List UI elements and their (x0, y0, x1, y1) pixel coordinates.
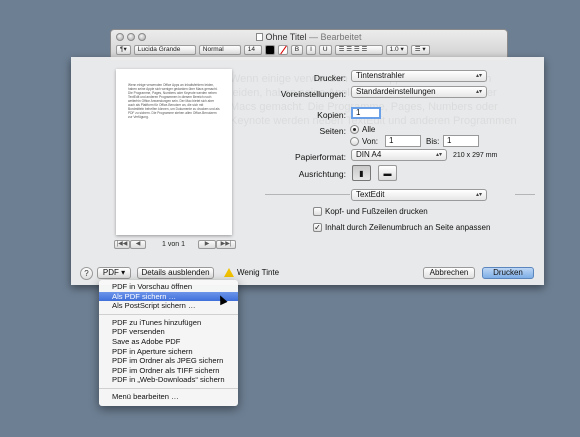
warning-icon (224, 268, 234, 277)
popup-arrows-icon: ▴▾ (475, 89, 482, 95)
first-page-button[interactable]: |◀◀ (114, 240, 130, 249)
presets-value: Standardeinstellungen (356, 87, 436, 96)
font-family-value: Lucida Grande (137, 46, 181, 53)
printer-label: Drucker: (313, 73, 346, 83)
header-footer-label: Kopf- und Fußzeilen drucken (325, 207, 428, 216)
menu-item-add-to-itunes[interactable]: PDF zu iTunes hinzufügen (99, 318, 238, 328)
presets-popup[interactable]: Standardeinstellungen ▴▾ (351, 86, 487, 98)
popup-arrows-icon: ▴▾ (435, 152, 442, 158)
font-style-value: Normal (202, 46, 224, 53)
portrait-orientation-button[interactable]: ▮ (352, 165, 371, 181)
paper-size-label: Papierformat: (294, 152, 346, 162)
font-size-field[interactable]: 14 (243, 45, 262, 55)
list-popup[interactable]: ☰ ▾ (410, 45, 430, 55)
list-icon: ☰ (414, 46, 421, 53)
pages-from-field[interactable]: 1 (385, 135, 421, 147)
underline-button[interactable]: U (318, 45, 332, 55)
help-button[interactable]: ? (80, 267, 93, 280)
rewrap-checkbox[interactable]: ✓ (313, 223, 322, 232)
popup-arrows-icon: ▴▾ (475, 73, 482, 79)
pages-from-value: 1 (389, 136, 394, 145)
orientation-label: Ausrichtung: (298, 169, 346, 179)
app-section-popup[interactable]: TextEdit ▴▾ (351, 189, 487, 201)
printer-value: Tintenstrahler (356, 71, 405, 80)
copies-label: Kopien: (317, 110, 346, 120)
popup-arrows-icon: ▴▾ (475, 192, 482, 198)
pages-to-value: 1 (447, 136, 452, 145)
window-title-text: Ohne Titel (265, 32, 307, 42)
portrait-icon: ▮ (359, 168, 364, 178)
paper-size-value: DIN A4 (356, 150, 382, 159)
document-icon (256, 33, 264, 41)
font-family-popup[interactable]: Lucida Grande (133, 45, 196, 55)
pages-label: Seiten: (319, 126, 346, 136)
paragraph-style-popup[interactable]: ¶▾ (116, 45, 131, 55)
bold-label: B (294, 46, 300, 53)
bold-button[interactable]: B (290, 45, 304, 55)
rewrap-label: Inhalt durch Zeilenumbruch an Seite anpa… (325, 223, 491, 232)
text-color-swatch[interactable] (264, 45, 275, 55)
section-separator-left (265, 194, 350, 195)
chevron-down-icon: ▾ (121, 268, 126, 277)
menu-item-save-to-aperture[interactable]: PDF in Aperture sichern (99, 347, 238, 357)
pages-all-radio[interactable] (350, 125, 359, 134)
next-page-button[interactable]: ▶ (198, 240, 216, 249)
hide-details-button[interactable]: Details ausblenden (137, 267, 214, 279)
print-preview-page: Wenn einige verwenden Office Apps an Inh… (116, 69, 232, 235)
pages-from-label: Von: (362, 137, 379, 146)
background-color-swatch[interactable] (277, 45, 288, 55)
alignment-buttons[interactable]: ☰ ☰ ☰ ☰ (334, 45, 383, 55)
paper-dimensions: 210 x 297 mm (453, 152, 498, 159)
pdf-menu-button[interactable]: PDF ▾ (97, 267, 131, 279)
underline-label: U (322, 46, 328, 53)
menu-item-open-in-preview[interactable]: PDF in Vorschau öffnen (99, 282, 238, 292)
page-counter: 1 von 1 (162, 241, 185, 248)
pdf-button-label: PDF (102, 268, 119, 277)
cancel-label: Abbrechen (429, 268, 469, 277)
header-footer-checkbox[interactable] (313, 207, 322, 216)
copies-field[interactable]: 1 (351, 107, 381, 119)
menu-item-save-as-adobe-pdf[interactable]: Save as Adobe PDF (99, 337, 238, 347)
format-toolbar: ¶▾ Lucida Grande Normal 14 B I U ☰ ☰ ☰ ☰… (116, 44, 502, 56)
pages-range-radio[interactable] (350, 137, 359, 146)
presets-label: Voreinstellungen: (280, 89, 346, 99)
menu-separator (99, 313, 238, 315)
italic-label: I (310, 46, 312, 53)
menu-separator (99, 387, 238, 389)
italic-button[interactable]: I (306, 45, 316, 55)
previous-page-button[interactable]: ◀ (130, 240, 146, 249)
checkmark-icon: ✓ (314, 223, 321, 232)
font-style-popup[interactable]: Normal (198, 45, 241, 55)
paper-size-popup[interactable]: DIN A4 ▴▾ (351, 149, 447, 161)
font-size-value: 14 (247, 46, 255, 53)
menu-item-save-web-downloads[interactable]: PDF in „Web-Downloads“ sichern (99, 375, 238, 385)
pages-to-label: Bis: (426, 137, 440, 146)
menu-item-save-as-postscript[interactable]: Als PostScript sichern … (99, 301, 238, 311)
window-edited-status: — Bearbeitet (309, 32, 362, 42)
menu-item-edit-menu[interactable]: Menü bearbeiten … (99, 392, 238, 402)
line-spacing-popup[interactable]: 1.0 ▾ (385, 45, 408, 55)
menu-item-mail-pdf[interactable]: PDF versenden (99, 327, 238, 337)
print-label: Drucken (493, 268, 523, 277)
printer-popup[interactable]: Tintenstrahler ▴▾ (351, 70, 487, 82)
preview-page-text: Wenn einige verwenden Office Apps an Inh… (128, 83, 220, 119)
cancel-button[interactable]: Abbrechen (423, 267, 475, 279)
menu-item-save-jpeg-folder[interactable]: PDF im Ordner als JPEG sichern (99, 356, 238, 366)
pages-to-field[interactable]: 1 (443, 135, 479, 147)
print-button[interactable]: Drucken (482, 267, 534, 279)
hide-details-label: Details ausblenden (141, 268, 210, 277)
preview-pager: |◀◀ ◀ 1 von 1 ▶ ▶▶| (114, 240, 236, 250)
help-icon: ? (84, 269, 89, 278)
pages-all-label: Alle (362, 125, 376, 134)
section-separator-right (515, 194, 535, 195)
landscape-icon: ▬ (383, 168, 392, 178)
app-section-value: TextEdit (356, 190, 385, 199)
menu-item-save-tiff-folder[interactable]: PDF im Ordner als TIFF sichern (99, 366, 238, 376)
copies-value: 1 (356, 108, 361, 117)
last-page-button[interactable]: ▶▶| (216, 240, 236, 249)
low-ink-warning: Wenig Tinte (237, 268, 280, 277)
landscape-orientation-button[interactable]: ▬ (378, 165, 397, 181)
line-spacing-value: 1.0 (389, 46, 399, 53)
window-title: Ohne Titel — Bearbeitet (111, 32, 507, 42)
